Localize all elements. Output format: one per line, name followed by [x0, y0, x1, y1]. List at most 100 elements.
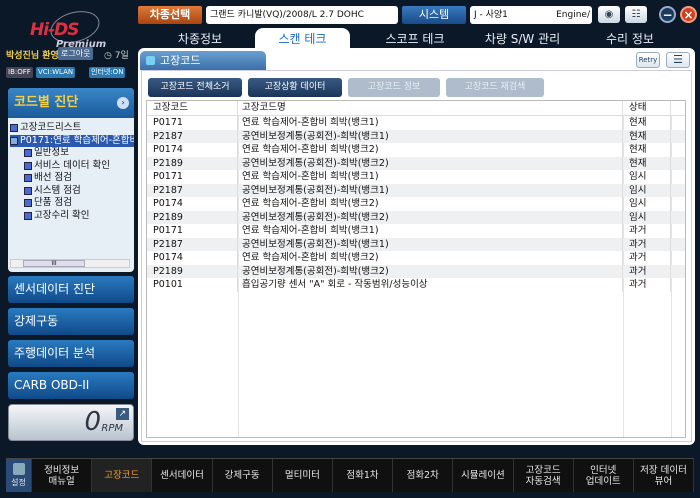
toolbar-item[interactable]: 강제구동 [213, 459, 273, 492]
sensor-data-button[interactable]: 센서데이터 진단 [8, 276, 134, 303]
dtc-name: 연료 학습제어-혼합비 희박(뱅크2) [238, 197, 623, 211]
list-icon [24, 149, 32, 158]
settings-label: 설정 [11, 478, 26, 487]
retry-button[interactable]: Retry [636, 52, 660, 68]
tab-scan-tech[interactable]: 스캔 테크 [255, 28, 350, 50]
toolbar-item[interactable]: 점화1차 [333, 459, 394, 492]
vehicle-select-button[interactable]: 차종선택 [138, 6, 202, 24]
dtc-table: 고장코드 고장코드명 상태 P0171 연료 학습제어-혼합비 희박(뱅크1) 현재 P21… [146, 100, 686, 438]
toolbar-item-label: 점화1차 [346, 470, 379, 481]
list-icon [24, 186, 32, 195]
list-icon [24, 161, 32, 170]
vehicle-field[interactable]: 그랜드 카니발(VQ)/2008/L 2.7 DOHC [206, 6, 398, 24]
toolbar-item[interactable]: 정비정보 매뉴얼 [32, 459, 93, 492]
table-row[interactable]: P0171 연료 학습제어-혼합비 희박(뱅크1) 과거 [147, 224, 685, 238]
table-row[interactable]: P0174 연료 학습제어-혼합비 희박(뱅크2) 임시 [147, 197, 685, 211]
dtc-tab: 고장코드 [140, 51, 266, 70]
tree-item-wiring[interactable]: 배선 점검 [10, 172, 134, 185]
toolbar-item[interactable]: 센서데이터 [152, 459, 213, 492]
settings-icon [12, 463, 25, 475]
column-header[interactable]: 고장코드 [147, 101, 238, 115]
dtc-status: 현재 [623, 156, 671, 170]
dtc-code: P0101 [147, 278, 238, 292]
dtc-name: 공연비보정계통(공회전)-희박(뱅크1) [238, 183, 623, 197]
toolbar-item-label: 강제구동 [224, 470, 260, 481]
dtc-status: 임시 [623, 197, 671, 211]
tree-item-dtc-list[interactable]: 고장코드리스트 [10, 122, 134, 135]
table-row[interactable]: P2189 공연비보정계통(공회전)-희박(뱅크2) 과거 [147, 264, 685, 278]
clear-all-dtc-button[interactable]: 고장코드 전체소거 [148, 78, 242, 97]
toolbar-item[interactable]: 점화2차 [393, 459, 454, 492]
column-header[interactable]: 고장코드명 [238, 101, 623, 115]
table-row[interactable]: P2187 공연비보정계통(공회전)-희박(뱅크1) 임시 [147, 183, 685, 197]
driving-data-button[interactable]: 주행데이터 분석 [8, 340, 134, 367]
rpm-value: 0 [84, 407, 101, 437]
system-field[interactable]: J - 사양1 Engine/ [470, 6, 592, 24]
rpm-gauge: 0 RPM ↗ [8, 404, 134, 441]
tree-item-service-data[interactable]: 서비스 데이터 확인 [10, 160, 134, 173]
tab-scope-tech[interactable]: 스코프 테크 [375, 30, 455, 48]
dtc-name: 연료 학습제어-혼합비 희박(뱅크1) [238, 224, 623, 238]
table-row[interactable]: P2187 공연비보정계통(공회전)-희박(뱅크1) 과거 [147, 237, 685, 251]
table-row[interactable]: P0101 흡입공기량 센서 "A" 회로 - 작동범위/성능이상 과거 [147, 278, 685, 292]
tree-item-system[interactable]: 시스템 점검 [10, 185, 134, 198]
toolbar-item[interactable]: 인터넷 업데이트 [574, 459, 634, 492]
chevron-right-icon[interactable]: › [117, 97, 129, 109]
list-icon [24, 174, 32, 183]
actuation-test-button[interactable]: 강제구동 [8, 308, 134, 335]
tree-label: 단품 점검 [34, 197, 72, 208]
camera-icon[interactable]: ◉ [598, 6, 620, 23]
scroll-thumb[interactable]: III [23, 260, 85, 267]
toolbar-item[interactable]: 저장 데이터 뷰어 [634, 459, 695, 492]
table-row[interactable]: P2189 공연비보정계통(공회전)-희박(뱅크2) 임시 [147, 210, 685, 224]
table-row[interactable]: P0174 연료 학습제어-혼합비 희박(뱅크2) 현재 [147, 143, 685, 157]
tree-item-general[interactable]: 일반정보 [10, 147, 134, 160]
days-remaining: ◷ 7일 [104, 48, 129, 61]
tab-sw-management[interactable]: 차량 S/W 관리 [475, 30, 570, 48]
table-header: 고장코드 고장코드명 상태 [147, 101, 685, 116]
horizontal-scrollbar[interactable]: III [10, 259, 130, 268]
layout-icon[interactable]: ☷ [625, 6, 647, 23]
tree-item-repair-check[interactable]: 고장수리 확인 [10, 210, 134, 223]
dtc-status: 과거 [623, 264, 671, 278]
settings-button[interactable]: 설정 [6, 459, 32, 492]
toolbar-item-label: 고장코드 [104, 470, 140, 481]
table-row[interactable]: P0171 연료 학습제어-혼합비 희박(뱅크1) 임시 [147, 170, 685, 184]
tree-item-p0171[interactable]: P0171:연료 학습제어-혼합비 희박 [10, 134, 134, 147]
toolbar-item-label: 점화2차 [406, 470, 439, 481]
toolbar-item-label: 멀티미터 [284, 470, 320, 481]
table-row[interactable]: P0174 연료 학습제어-혼합비 희박(뱅크2) 과거 [147, 251, 685, 265]
carb-obd-button[interactable]: CARB OBD-II [8, 372, 134, 399]
freeze-frame-button[interactable]: 고장상황 데이터 [248, 78, 342, 97]
column-header[interactable]: 상태 [623, 101, 671, 115]
dtc-status: 과거 [623, 278, 671, 292]
tree-item-component[interactable]: 단품 점검 [10, 197, 134, 210]
code-diagnosis-header[interactable]: 코드별 진단 › [8, 88, 134, 118]
expand-icon[interactable]: ↗ [116, 408, 129, 420]
table-row[interactable]: P2187 공연비보정계통(공회전)-희박(뱅크1) 현재 [147, 129, 685, 143]
minimize-icon[interactable]: − [659, 6, 676, 23]
toolbar-item[interactable]: 고장코드 자동검색 [514, 459, 574, 492]
tab-vehicle-info[interactable]: 차종정보 [165, 30, 235, 48]
dtc-code: P0174 [147, 251, 238, 265]
dtc-code: P0171 [147, 170, 238, 184]
toolbar-item[interactable]: 시뮬레이션 [453, 459, 514, 492]
dtc-status: 임시 [623, 183, 671, 197]
dtc-code: P2187 [147, 183, 238, 197]
ib-status: IB:OFF [6, 67, 33, 78]
dtc-info-button[interactable]: 고장코드 정보 [348, 78, 440, 97]
layout-toggle-icon[interactable]: ☰ [666, 52, 690, 68]
logout-button[interactable]: 로그아웃 [58, 47, 94, 60]
days-text: 7일 [114, 51, 129, 61]
toolbar-item[interactable]: 멀티미터 [273, 459, 333, 492]
tree-label: 고장수리 확인 [34, 209, 90, 221]
dtc-rescan-button[interactable]: 고장코드 재검색 [446, 78, 544, 97]
close-icon[interactable]: × [680, 6, 697, 23]
tree-label: 시스템 점검 [34, 184, 81, 196]
toolbar-item[interactable]: 고장코드 [92, 459, 153, 492]
table-row[interactable]: P2189 공연비보정계통(공회전)-희박(뱅크2) 현재 [147, 156, 685, 170]
table-row[interactable]: P0171 연료 학습제어-혼합비 희박(뱅크1) 현재 [147, 116, 685, 130]
toolbar-item-label: 저장 데이터 뷰어 [640, 464, 687, 487]
tab-repair-info[interactable]: 수리 정보 [595, 30, 665, 48]
system-button[interactable]: 시스템 [402, 6, 466, 24]
